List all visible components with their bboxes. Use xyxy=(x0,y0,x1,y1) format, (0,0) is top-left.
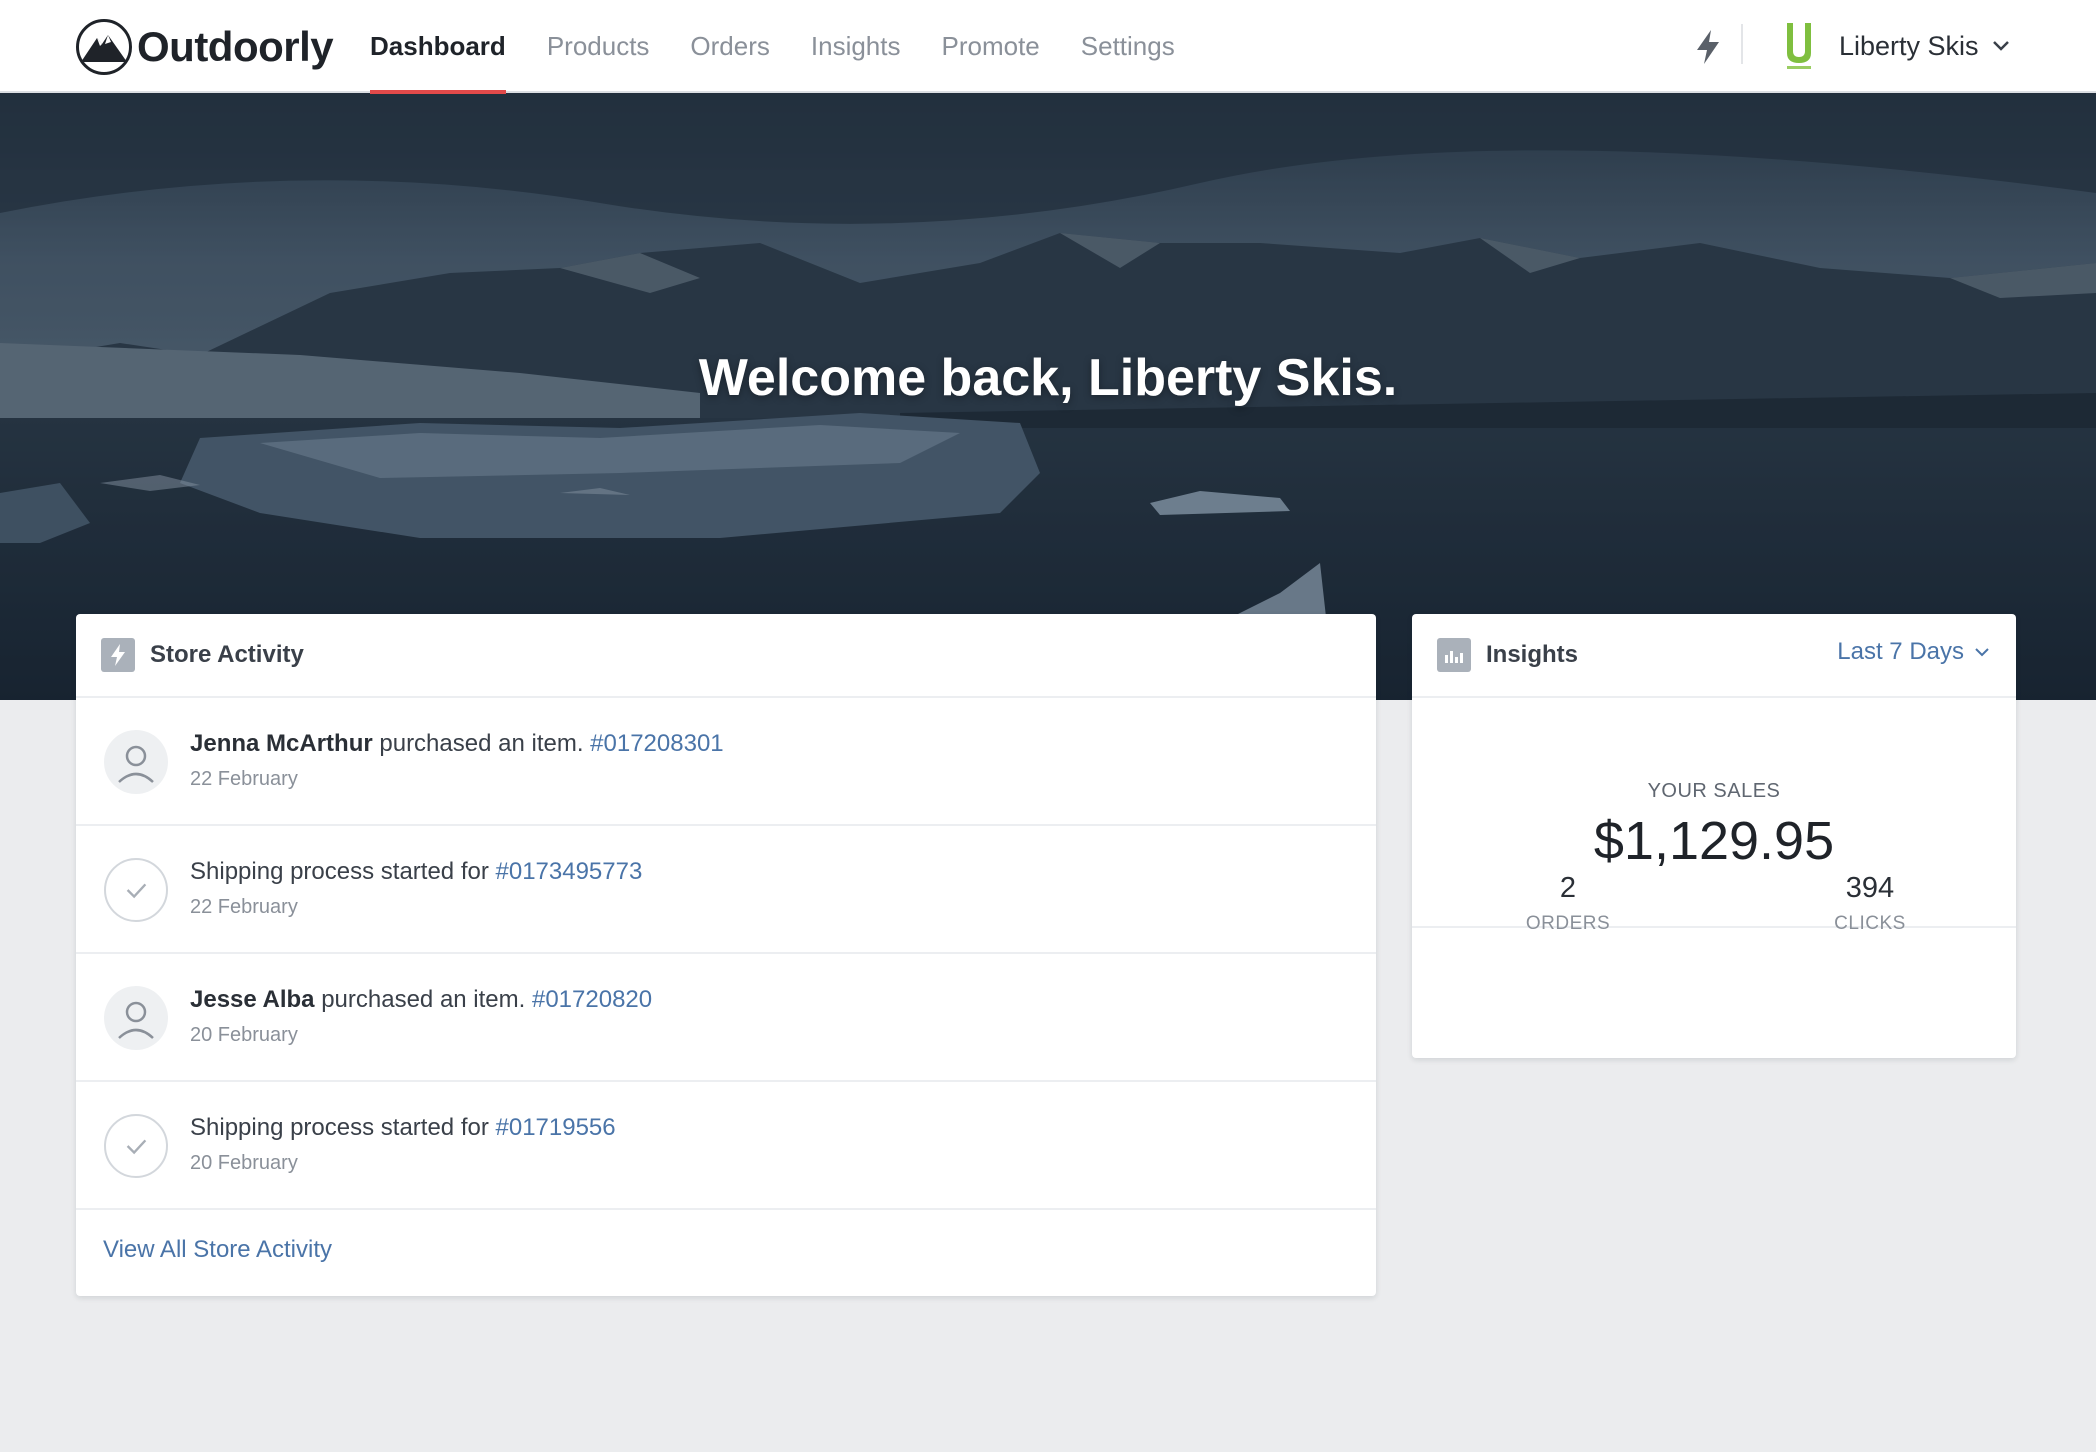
date-range-dropdown[interactable]: Last 7 Days xyxy=(1837,638,1990,666)
order-link[interactable]: #0173495773 xyxy=(496,858,643,885)
store-name: Liberty Skis xyxy=(1839,30,1979,61)
insights-title: Insights xyxy=(1486,641,1579,668)
order-link[interactable]: #01720820 xyxy=(532,986,652,1013)
nav-orders[interactable]: Orders xyxy=(690,0,769,93)
brand-name: Outdoorly xyxy=(137,23,334,70)
activity-description: purchased an item. xyxy=(372,730,591,757)
activity-text: Jenna McArthur purchased an item. #01720… xyxy=(190,730,724,758)
activity-text: Jesse Alba purchased an item. #01720820 xyxy=(190,986,652,1014)
mountain-logo-icon xyxy=(76,19,132,75)
user-avatar-icon xyxy=(104,730,168,794)
check-icon xyxy=(104,1114,168,1178)
store-switcher[interactable]: Liberty Skis xyxy=(1783,18,2011,74)
hero-banner: Welcome back, Liberty Skis. xyxy=(0,93,2096,700)
store-activity-title: Store Activity xyxy=(150,641,304,668)
activity-date: 20 February xyxy=(190,1024,298,1046)
lightning-bolt-icon[interactable] xyxy=(1692,28,1724,66)
order-link[interactable]: #01719556 xyxy=(496,1114,616,1141)
activity-date: 22 February xyxy=(190,896,298,918)
orders-count: 2 xyxy=(1559,872,1577,904)
brand-logo[interactable]: Outdoorly xyxy=(75,17,334,77)
customer-name[interactable]: Jenna McArthur xyxy=(190,730,373,757)
check-icon xyxy=(104,858,168,922)
clicks-count: 394 xyxy=(1845,872,1895,904)
sales-label: YOUR SALES xyxy=(1647,780,1781,802)
activity-item: Shipping process started for #01719556 2… xyxy=(76,1082,1376,1210)
activity-item: Jesse Alba purchased an item. #01720820 … xyxy=(76,954,1376,1082)
orders-label: ORDERS xyxy=(1525,913,1611,934)
main-nav: Dashboard Products Orders Insights Promo… xyxy=(370,0,1216,94)
clicks-label: CLICKS xyxy=(1834,913,1906,934)
activity-description: Shipping process started for xyxy=(190,858,496,885)
customer-name[interactable]: Jesse Alba xyxy=(190,986,315,1013)
bar-chart-icon xyxy=(1437,638,1471,672)
view-all-activity-link[interactable]: View All Store Activity xyxy=(103,1236,332,1264)
activity-description: purchased an item. xyxy=(314,986,532,1013)
activity-item: Shipping process started for #0173495773… xyxy=(76,826,1376,954)
orders-stat: 2 ORDERS xyxy=(1468,872,1668,935)
chevron-down-icon xyxy=(1975,647,1989,656)
chevron-down-icon xyxy=(1992,41,2009,51)
welcome-heading: Welcome back, Liberty Skis. xyxy=(698,349,1398,407)
store-activity-card: Store Activity Jenna McArthur purchased … xyxy=(76,614,1376,1296)
activity-description: Shipping process started for xyxy=(190,1114,496,1141)
clicks-stat: 394 CLICKS xyxy=(1770,872,1970,935)
sales-value: $1,129.95 xyxy=(1593,811,1835,871)
nav-dashboard[interactable]: Dashboard xyxy=(370,0,506,94)
activity-date: 22 February xyxy=(190,768,298,790)
activity-text: Shipping process started for #01719556 xyxy=(190,1114,616,1142)
lightning-bolt-icon xyxy=(101,638,135,672)
top-navigation-bar: Outdoorly Dashboard Products Orders Insi… xyxy=(0,0,2096,94)
store-logo-icon xyxy=(1787,23,1811,69)
date-range-value: Last 7 Days xyxy=(1837,638,1964,665)
insights-header: Insights Last 7 Days xyxy=(1412,614,2016,698)
nav-products[interactable]: Products xyxy=(547,0,650,93)
nav-insights[interactable]: Insights xyxy=(811,0,901,93)
user-avatar-icon xyxy=(104,986,168,1050)
order-link[interactable]: #017208301 xyxy=(590,730,723,757)
nav-settings[interactable]: Settings xyxy=(1081,0,1175,93)
nav-promote[interactable]: Promote xyxy=(942,0,1040,93)
activity-item: Jenna McArthur purchased an item. #01720… xyxy=(76,698,1376,826)
activity-date: 20 February xyxy=(190,1152,298,1174)
store-activity-header: Store Activity xyxy=(76,614,1376,698)
activity-text: Shipping process started for #0173495773 xyxy=(190,858,642,886)
nav-divider xyxy=(1741,24,1743,64)
insights-card: Insights Last 7 Days YOUR SALES $1,129.9… xyxy=(1412,614,2016,1058)
